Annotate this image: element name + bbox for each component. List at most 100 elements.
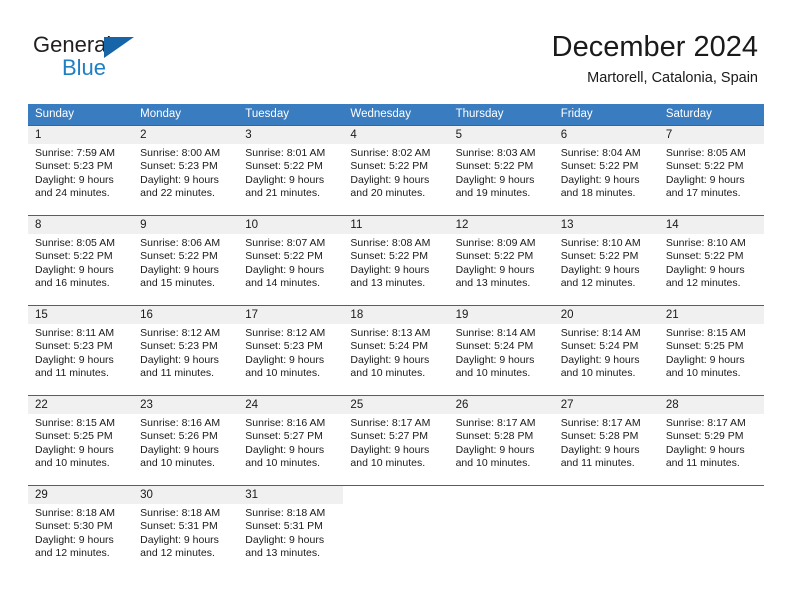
daylight-text: Daylight: 9 hours (560, 353, 640, 366)
sunset-text: Sunset: 5:25 PM (665, 340, 744, 353)
day-details: Sunrise: 8:00 AM Sunset: 5:23 PM Daylight:… (133, 144, 238, 201)
day-cell-empty (449, 486, 554, 561)
day-cell[interactable]: 31 Sunrise: 8:18 AM Sunset: 5:31 PM Dayligh… (238, 486, 344, 561)
sunset-text: Sunset: 5:23 PM (245, 340, 323, 353)
calendar-week-row: 29 Sunrise: 8:18 AM Sunset: 5:30 PM Dayligh… (28, 485, 764, 575)
page-subtitle: Martorell, Catalonia, Spain (587, 70, 758, 86)
day-number: 9 (140, 219, 147, 231)
day-details: Sunrise: 8:18 AM Sunset: 5:31 PM Daylight:… (133, 504, 238, 561)
day-details: Sunrise: 8:15 AM Sunset: 5:25 PM Daylight:… (28, 414, 133, 471)
day-number: 31 (245, 489, 259, 501)
sunset-text: Sunset: 5:31 PM (245, 520, 323, 533)
sunset-text: Sunset: 5:27 PM (350, 430, 429, 443)
day-cell[interactable]: 23 Sunrise: 8:16 AM Sunset: 5:26 PM Dayligh… (133, 396, 239, 471)
daylight-text: and 10 minutes. (350, 457, 426, 470)
day-details: Sunrise: 8:13 AM Sunset: 5:24 PM Daylight:… (343, 324, 448, 381)
day-cell[interactable]: 29 Sunrise: 8:18 AM Sunset: 5:30 PM Dayligh… (28, 486, 134, 561)
sunset-text: Sunset: 5:28 PM (560, 430, 639, 443)
day-cell[interactable]: 28 Sunrise: 8:17 AM Sunset: 5:29 PM Dayligh… (658, 396, 764, 471)
day-cell[interactable]: 27 Sunrise: 8:17 AM Sunset: 5:28 PM Dayligh… (553, 396, 659, 471)
day-cell[interactable]: 18 Sunrise: 8:13 AM Sunset: 5:24 PM Dayligh… (343, 306, 449, 381)
sunrise-text: Sunrise: 8:12 AM (140, 327, 221, 339)
sunset-text: Sunset: 5:24 PM (350, 340, 429, 353)
day-cell[interactable]: 26 Sunrise: 8:17 AM Sunset: 5:28 PM Dayligh… (448, 396, 554, 471)
sunrise-text: Sunrise: 8:01 AM (245, 147, 326, 159)
day-number: 12 (455, 219, 469, 231)
sunset-text: Sunset: 5:22 PM (245, 160, 323, 173)
day-cell[interactable]: 25 Sunrise: 8:17 AM Sunset: 5:27 PM Dayligh… (343, 396, 449, 471)
day-cell[interactable]: 13 Sunrise: 8:10 AM Sunset: 5:22 PM Dayligh… (553, 216, 659, 291)
day-cell[interactable]: 16 Sunrise: 8:12 AM Sunset: 5:23 PM Dayligh… (133, 306, 239, 381)
day-number-band: 20 (553, 306, 659, 324)
day-number-band: 6 (553, 126, 659, 144)
day-cell[interactable]: 21 Sunrise: 8:15 AM Sunset: 5:25 PM Dayligh… (658, 306, 764, 381)
day-number: 27 (560, 399, 574, 411)
sunrise-text: Sunrise: 8:12 AM (245, 327, 326, 339)
day-details: Sunrise: 8:10 AM Sunset: 5:22 PM Daylight:… (554, 234, 659, 291)
daylight-text: and 10 minutes. (560, 367, 636, 380)
sunrise-text: Sunrise: 8:16 AM (245, 417, 326, 429)
day-cell[interactable]: 10 Sunrise: 8:07 AM Sunset: 5:22 PM Dayligh… (238, 216, 344, 291)
weekday-header-sunday: Sunday (35, 108, 75, 120)
day-cell[interactable]: 14 Sunrise: 8:10 AM Sunset: 5:22 PM Dayligh… (658, 216, 764, 291)
day-cell[interactable]: 2 Sunrise: 8:00 AM Sunset: 5:23 PM Daylight… (133, 126, 239, 201)
sunset-text: Sunset: 5:22 PM (35, 250, 113, 263)
brand-logo[interactable]: General Blue (33, 32, 233, 84)
sunset-text: Sunset: 5:24 PM (455, 340, 534, 353)
day-details: Sunrise: 8:02 AM Sunset: 5:22 PM Daylight:… (343, 144, 448, 201)
day-cell[interactable]: 12 Sunrise: 8:09 AM Sunset: 5:22 PM Dayligh… (448, 216, 554, 291)
sunrise-text: Sunrise: 8:18 AM (140, 507, 221, 519)
daylight-text: and 13 minutes. (245, 547, 320, 560)
day-number: 1 (35, 129, 42, 141)
daylight-text: and 12 minutes. (560, 277, 636, 290)
sunrise-text: Sunrise: 8:03 AM (455, 147, 536, 159)
day-cell[interactable]: 17 Sunrise: 8:12 AM Sunset: 5:23 PM Dayligh… (238, 306, 344, 381)
day-cell[interactable]: 6 Sunrise: 8:04 AM Sunset: 5:22 PM Daylight… (553, 126, 659, 201)
day-cell[interactable]: 8 Sunrise: 8:05 AM Sunset: 5:22 PM Daylight… (28, 216, 134, 291)
day-cell[interactable]: 30 Sunrise: 8:18 AM Sunset: 5:31 PM Dayligh… (133, 486, 239, 561)
sunrise-text: Sunrise: 8:09 AM (455, 237, 536, 249)
day-cell[interactable]: 3 Sunrise: 8:01 AM Sunset: 5:22 PM Daylight… (238, 126, 344, 201)
day-cell[interactable]: 22 Sunrise: 8:15 AM Sunset: 5:25 PM Dayligh… (28, 396, 134, 471)
page-title: December 2024 (551, 31, 758, 63)
weekday-header-saturday: Saturday (665, 108, 712, 120)
day-details: Sunrise: 8:17 AM Sunset: 5:27 PM Daylight:… (343, 414, 448, 471)
day-details: Sunrise: 8:05 AM Sunset: 5:22 PM Daylight:… (659, 144, 764, 201)
day-cell[interactable]: 5 Sunrise: 8:03 AM Sunset: 5:22 PM Daylight… (448, 126, 554, 201)
day-cell[interactable]: 19 Sunrise: 8:14 AM Sunset: 5:24 PM Dayligh… (448, 306, 554, 381)
day-cell[interactable]: 24 Sunrise: 8:16 AM Sunset: 5:27 PM Dayligh… (238, 396, 344, 471)
day-details: Sunrise: 8:16 AM Sunset: 5:26 PM Daylight:… (133, 414, 238, 471)
day-number-band: 11 (343, 216, 449, 234)
daylight-text: Daylight: 9 hours (35, 443, 114, 456)
daylight-text: and 10 minutes. (455, 367, 531, 380)
daylight-text: and 10 minutes. (665, 367, 741, 380)
daylight-text: and 10 minutes. (245, 367, 320, 380)
sunset-text: Sunset: 5:22 PM (455, 160, 534, 173)
day-cell[interactable]: 7 Sunrise: 8:05 AM Sunset: 5:22 PM Daylight… (658, 126, 764, 201)
day-cell[interactable]: 9 Sunrise: 8:06 AM Sunset: 5:22 PM Daylight… (133, 216, 239, 291)
day-details: Sunrise: 8:12 AM Sunset: 5:23 PM Daylight:… (238, 324, 343, 381)
day-cell[interactable]: 20 Sunrise: 8:14 AM Sunset: 5:24 PM Dayligh… (553, 306, 659, 381)
day-number-band: 28 (658, 396, 764, 414)
sunrise-text: Sunrise: 8:17 AM (350, 417, 431, 429)
day-details (659, 504, 764, 507)
day-number-band: 10 (238, 216, 344, 234)
day-cell[interactable]: 11 Sunrise: 8:08 AM Sunset: 5:22 PM Dayligh… (343, 216, 449, 291)
day-cell[interactable]: 1 Sunrise: 7:59 AM Sunset: 5:23 PM Daylight… (28, 126, 134, 201)
daylight-text: and 17 minutes. (665, 187, 741, 200)
daylight-text: and 22 minutes. (140, 187, 215, 200)
day-cell[interactable]: 15 Sunrise: 8:11 AM Sunset: 5:23 PM Dayligh… (28, 306, 134, 381)
daylight-text: and 10 minutes. (140, 457, 215, 470)
sunrise-text: Sunrise: 8:14 AM (455, 327, 536, 339)
day-number: 18 (350, 309, 364, 321)
day-number: 21 (665, 309, 679, 321)
day-number-band: 15 (28, 306, 134, 324)
daylight-text: and 15 minutes. (140, 277, 215, 290)
week-cells: 1 Sunrise: 7:59 AM Sunset: 5:23 PM Daylight… (28, 126, 764, 201)
daylight-text: Daylight: 9 hours (35, 173, 114, 186)
daylight-text: Daylight: 9 hours (35, 353, 114, 366)
day-cell[interactable]: 4 Sunrise: 8:02 AM Sunset: 5:22 PM Daylight… (343, 126, 449, 201)
sunrise-text: Sunrise: 8:02 AM (350, 147, 431, 159)
day-number: 23 (140, 399, 153, 411)
sunset-text: Sunset: 5:26 PM (140, 430, 218, 443)
